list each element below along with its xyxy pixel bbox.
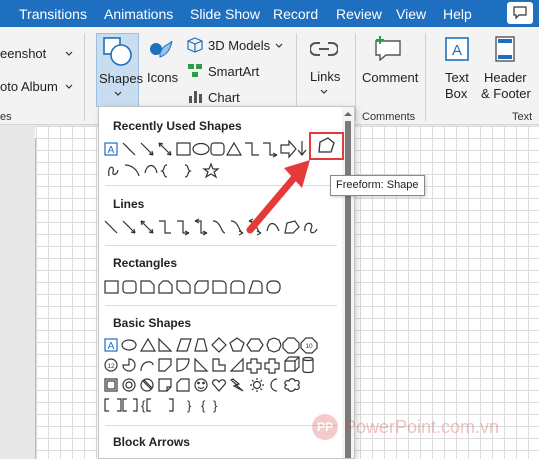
link-icon [310,42,338,56]
svg-text:}: } [187,398,192,413]
images-group-label: es [0,111,12,123]
text-box-icon: A [445,37,469,61]
comments-button[interactable] [507,2,533,24]
section-recently-used: Recently Used Shapes [113,119,242,133]
canvas-edge [35,138,36,459]
shapes-icon [103,37,132,66]
ribbon-separator [425,33,426,121]
chevron-down-icon [275,43,283,48]
freeform-tooltip: Freeform: Shape [330,175,425,196]
links-button[interactable]: Links [310,69,340,84]
svg-text:{: { [201,398,206,413]
new-comment-icon [375,36,401,61]
svg-text:A: A [452,42,462,59]
photo-album-button[interactable]: oto Album [0,79,58,94]
smartart-button[interactable]: SmartArt [208,64,259,79]
section-divider [105,245,337,246]
tab-record[interactable]: Record [273,6,318,22]
ribbon-separator [355,33,356,121]
section-rectangles: Rectangles [113,256,178,270]
comments-group-label: Comments [362,111,416,123]
header-footer-label-1[interactable]: Header [484,70,527,85]
chevron-down-icon [114,91,122,96]
tab-review[interactable]: Review [336,6,382,22]
screenshot-button[interactable]: eenshot [0,46,46,61]
scroll-up-icon[interactable] [344,111,352,117]
chevron-down-icon [320,89,328,94]
ribbon-separator [84,33,85,121]
menu-bar: Transitions Animations Slide Show Record… [0,0,539,27]
shapes-label: Shapes [99,71,144,86]
tab-animations[interactable]: Animations [104,6,173,22]
chevron-down-icon [65,84,73,89]
svg-text:12: 12 [107,363,115,370]
basic-shapes[interactable]: A 12 10 { } { } [103,335,343,415]
thumbnail-pane [0,126,35,459]
cube-icon [187,37,203,53]
3d-models-button[interactable]: 3D Models [208,38,270,53]
bar-chart-icon [189,91,202,103]
comment-button[interactable]: Comment [362,70,418,85]
scrollbar-thumb[interactable] [345,121,351,458]
watermark: PP PowerPoint.com.vn [312,412,532,442]
section-lines: Lines [113,197,145,211]
section-divider [105,425,337,426]
header-footer-icon [495,36,515,62]
text-box-label-1[interactable]: Text [445,70,469,85]
section-divider [105,305,337,306]
watermark-logo: PP [312,414,338,440]
chart-button[interactable]: Chart [208,90,240,105]
tab-help[interactable]: Help [443,6,472,22]
section-block-arrows: Block Arrows [113,435,190,449]
smartart-icon [188,64,202,77]
icons-label[interactable]: Icons [147,70,178,85]
svg-text:10: 10 [305,343,313,350]
text-box-label-2[interactable]: Box [445,86,467,101]
svg-text:A: A [108,341,115,352]
shapes-button[interactable]: Shapes [96,33,143,107]
tab-view[interactable]: View [396,6,426,22]
rectangle-shapes[interactable] [103,277,335,299]
svg-text:A: A [108,145,115,156]
section-basic-shapes: Basic Shapes [113,316,192,330]
tab-transitions[interactable]: Transitions [19,6,87,22]
chevron-down-icon [65,51,73,56]
tab-slide-show[interactable]: Slide Show [190,6,260,22]
watermark-text: PowerPoint.com.vn [344,416,500,437]
header-footer-label-2[interactable]: & Footer [481,86,531,101]
annotation-arrow-icon [246,160,310,234]
comment-icon [513,6,527,20]
icons-icon[interactable] [148,37,174,63]
svg-text:{: { [141,398,146,413]
svg-text:}: } [213,398,218,413]
text-group-label: Text [512,111,533,123]
